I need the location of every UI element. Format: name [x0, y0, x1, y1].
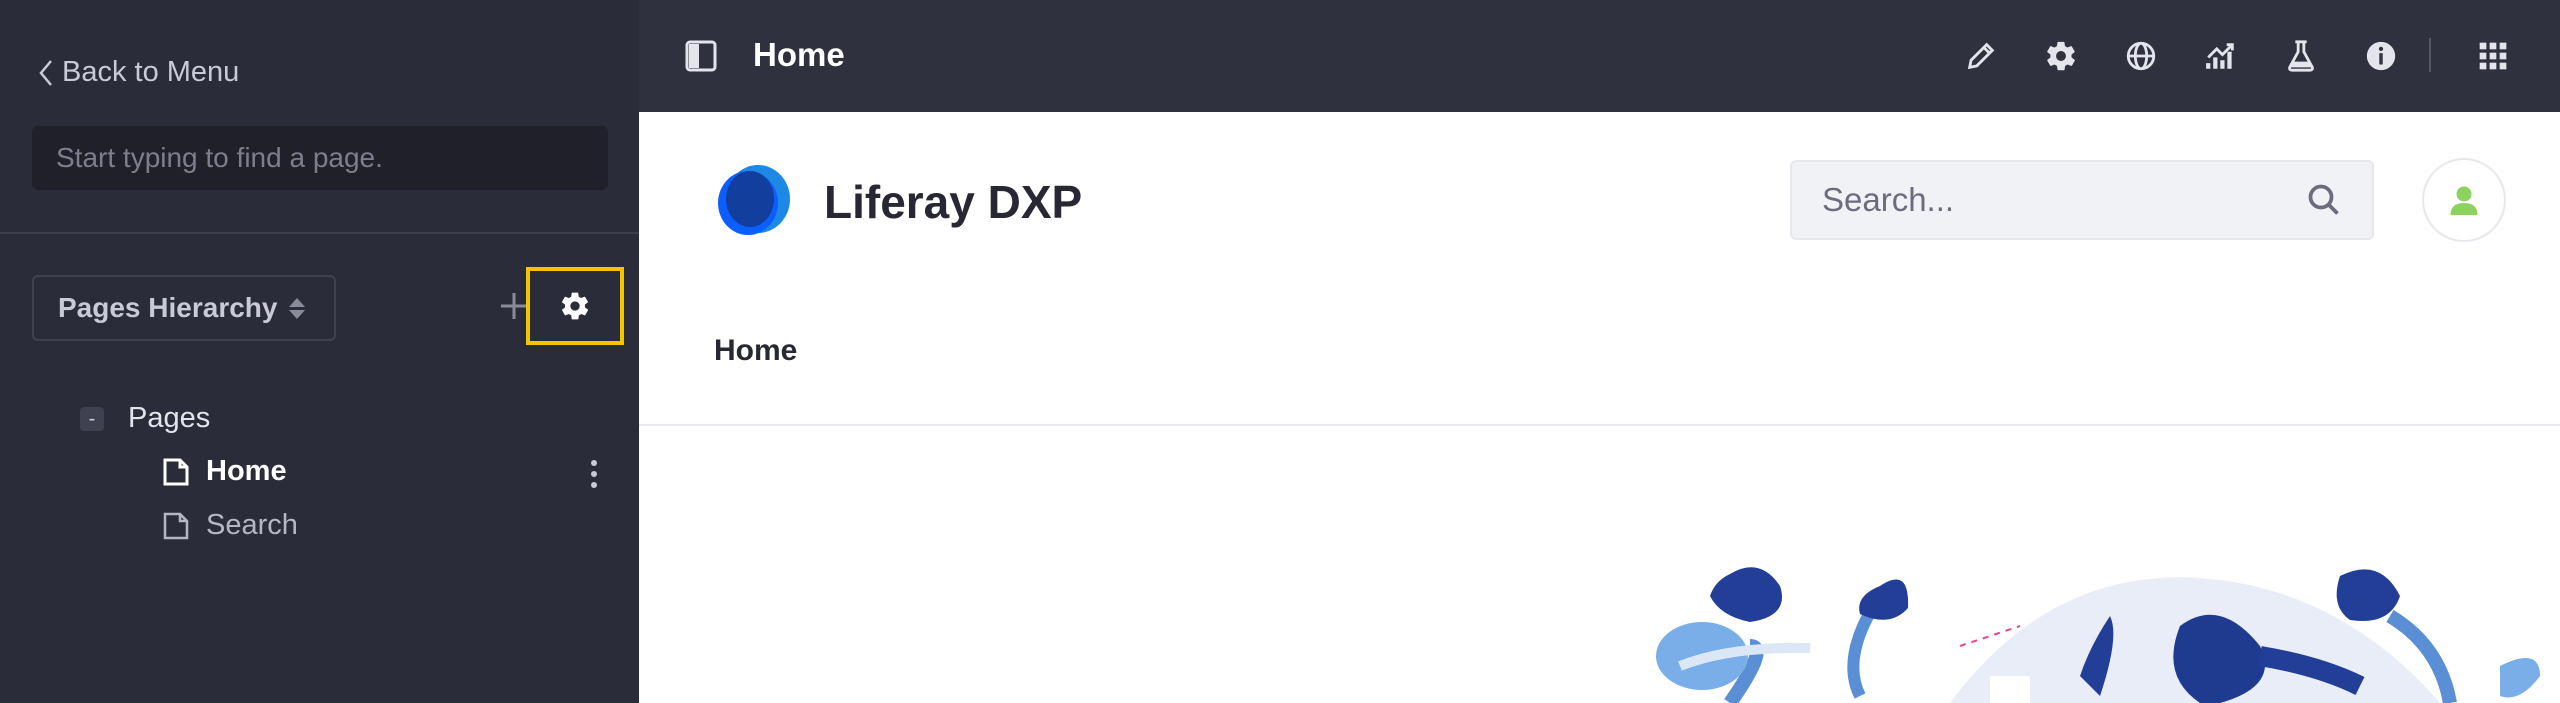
chevron-left-icon	[39, 59, 52, 86]
ellipsis-dot	[591, 471, 597, 477]
page-icon	[163, 458, 189, 485]
sidebar-toggle-icon	[685, 40, 717, 72]
flask-icon	[2288, 40, 2314, 72]
edit-button[interactable]	[1961, 36, 2001, 76]
back-to-menu-label: Back to Menu	[62, 56, 240, 88]
back-to-menu-link[interactable]: Back to Menu	[38, 56, 239, 89]
page-tree-settings-button[interactable]	[526, 267, 624, 345]
ab-test-button[interactable]	[2281, 36, 2321, 76]
plus-icon	[501, 293, 527, 319]
ellipsis-dot	[591, 460, 597, 466]
simulation-button[interactable]	[2121, 36, 2161, 76]
configuration-button[interactable]	[2041, 36, 2081, 76]
page-search-input[interactable]	[32, 126, 608, 190]
page-icon	[163, 512, 189, 539]
applications-menu-button[interactable]	[2473, 36, 2513, 76]
tree-item-label: Home	[206, 455, 287, 487]
info-button[interactable]	[2361, 36, 2401, 76]
product-menu-toggle[interactable]	[685, 40, 717, 72]
tree-item-label: Search	[206, 509, 298, 541]
page-tree-sidebar: Back to Menu Pages Hierarchy - Pages Hom…	[0, 0, 639, 703]
analytics-button[interactable]	[2201, 36, 2241, 76]
collapse-toggle[interactable]: -	[80, 406, 104, 431]
site-name[interactable]: Liferay DXP	[824, 175, 1082, 229]
gear-icon	[561, 292, 589, 320]
header-divider	[639, 424, 2560, 426]
pages-hierarchy-label: Pages Hierarchy	[58, 292, 278, 323]
tree-root-label[interactable]: Pages	[128, 402, 210, 435]
sidebar-divider	[0, 232, 639, 234]
decorative-illustration	[1656, 567, 2540, 703]
toolbar-separator	[2429, 38, 2431, 72]
page-options-button[interactable]	[582, 456, 606, 492]
search-icon[interactable]	[2306, 182, 2342, 218]
tree-item-home[interactable]: Home	[162, 455, 287, 488]
analytics-icon	[2206, 43, 2234, 69]
user-avatar-button[interactable]	[2422, 158, 2506, 242]
gear-icon	[2047, 41, 2075, 71]
caret-double-icon	[289, 297, 306, 319]
target-icon	[2126, 41, 2156, 71]
nav-item-home[interactable]: Home	[714, 334, 797, 368]
tree-root-pages: - Pages	[80, 402, 210, 435]
apps-icon	[2479, 42, 2507, 70]
pages-hierarchy-select[interactable]: Pages Hierarchy	[32, 275, 336, 341]
liferay-logo[interactable]	[712, 163, 792, 239]
user-icon	[2450, 186, 2478, 215]
site-search-input[interactable]	[1822, 162, 2292, 238]
pencil-icon	[1967, 42, 1995, 70]
tree-item-search[interactable]: Search	[162, 509, 298, 542]
info-icon	[2366, 41, 2396, 71]
site-search-bar	[1790, 160, 2374, 240]
page-title: Home	[753, 36, 845, 73]
control-menu: Home	[639, 0, 2560, 112]
ellipsis-dot	[591, 482, 597, 488]
